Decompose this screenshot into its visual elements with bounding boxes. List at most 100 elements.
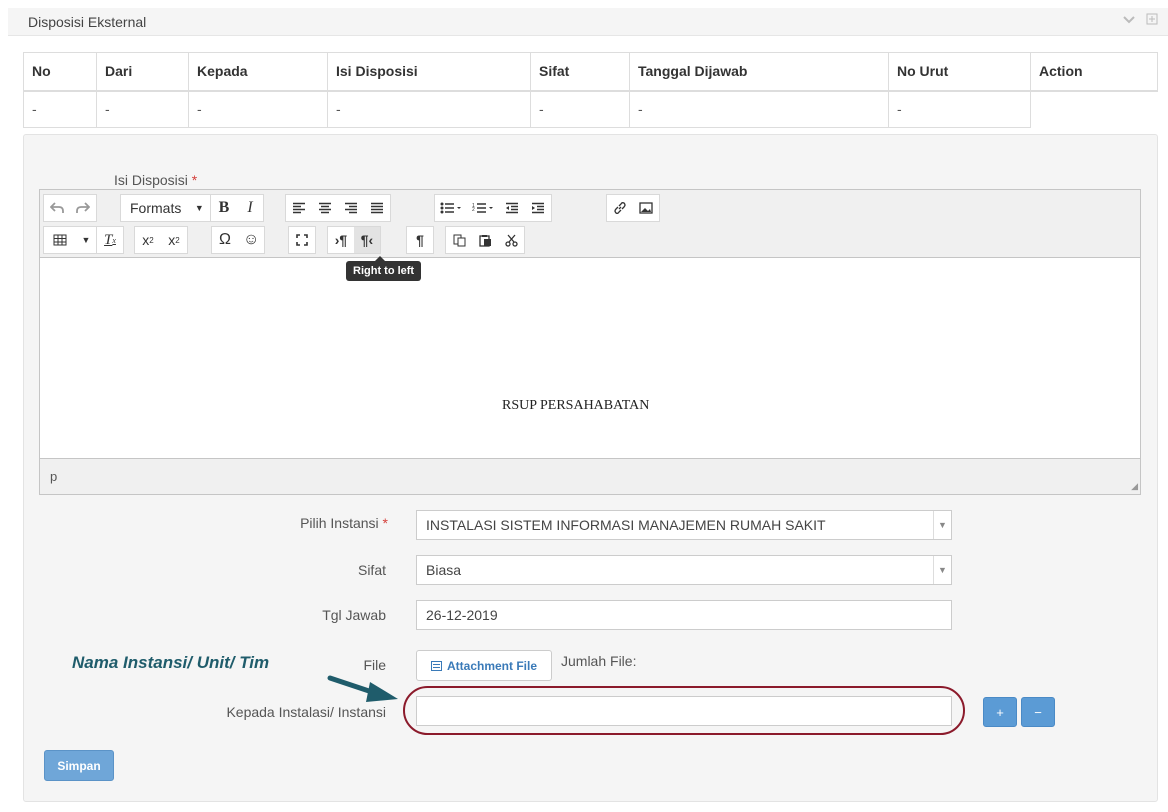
- panel-title: Disposisi Eksternal: [28, 14, 147, 30]
- resize-handle-icon[interactable]: ◢: [1131, 481, 1138, 492]
- table-icon: [47, 227, 73, 253]
- instansi-selected-value: INSTALASI SISTEM INFORMASI MANAJEMEN RUM…: [426, 517, 826, 533]
- disposisi-table: No Dari Kepada Isi Disposisi Sifat Tangg…: [23, 52, 1158, 128]
- col-no: No: [23, 52, 97, 92]
- collapse-icon[interactable]: [1122, 13, 1136, 30]
- cut-icon[interactable]: [498, 227, 524, 253]
- annotation-arrow-icon: [327, 675, 398, 702]
- sifat-selected-value: Biasa: [426, 562, 462, 578]
- col-dari: Dari: [96, 52, 189, 92]
- isi-disposisi-label-text: Isi Disposisi: [114, 172, 188, 188]
- kepada-label: Kepada Instalasi/ Instansi: [226, 704, 386, 720]
- col-action: Action: [1030, 52, 1158, 92]
- special-char-icon[interactable]: Ω: [212, 227, 238, 253]
- required-mark: *: [191, 172, 198, 188]
- table-dropdown[interactable]: ▼: [43, 226, 103, 254]
- col-no-urut: No Urut: [888, 52, 1031, 92]
- editor-content-text: RSUP PERSAHABATAN: [502, 398, 650, 413]
- col-isi-disposisi: Isi Disposisi: [327, 52, 531, 92]
- script-group: x2 x2: [134, 226, 188, 254]
- clipboard-group: [445, 226, 525, 254]
- align-center-icon[interactable]: [312, 195, 338, 221]
- image-icon[interactable]: [633, 195, 659, 221]
- indent-icon[interactable]: [525, 195, 551, 221]
- bullet-list-icon[interactable]: [435, 195, 467, 221]
- table-header-row: No Dari Kepada Isi Disposisi Sifat Tangg…: [23, 52, 1158, 92]
- tgl-jawab-input[interactable]: 26-12-2019: [416, 600, 952, 630]
- editor-statusbar: p ◢: [40, 458, 1140, 494]
- table-cell: -: [96, 90, 189, 128]
- expand-icon[interactable]: [1146, 13, 1158, 28]
- annotation-text: Nama Instansi/ Unit/ Tim: [72, 653, 270, 672]
- highlight-ellipse: [403, 686, 965, 735]
- chevron-down-icon: ▼: [194, 203, 204, 213]
- attachment-file-label: Attachment File: [446, 658, 537, 673]
- redo-icon[interactable]: [70, 195, 96, 221]
- sifat-select[interactable]: Biasa ▼: [416, 555, 952, 585]
- clear-format-group: Tx: [96, 226, 124, 254]
- rich-text-editor[interactable]: Formats ▼ B I 12 ▼ Tx x 2 x 2 Ω ☺ ›¶ ¶‹ …: [39, 189, 1141, 495]
- remove-button[interactable]: −: [1021, 697, 1055, 727]
- align-justify-icon[interactable]: [364, 195, 390, 221]
- sifat-label: Sifat: [357, 562, 386, 578]
- direction-group: ›¶ ¶‹: [327, 226, 381, 254]
- tgl-jawab-label: Tgl Jawab: [322, 607, 386, 623]
- fullscreen-icon[interactable]: [289, 227, 315, 253]
- attachment-file-button[interactable]: Attachment File: [416, 650, 552, 681]
- table-cell: -: [530, 90, 630, 128]
- copy-icon[interactable]: [446, 227, 472, 253]
- rtl-icon[interactable]: ¶‹: [354, 227, 380, 253]
- bold-icon[interactable]: B: [211, 195, 237, 221]
- emoticon-icon[interactable]: ☺: [238, 227, 264, 253]
- table-cell: -: [888, 90, 1031, 128]
- list-icon: [430, 660, 442, 671]
- table-cell: [1031, 91, 1158, 128]
- col-sifat: Sifat: [530, 52, 630, 92]
- save-button[interactable]: Simpan: [44, 750, 114, 781]
- italic-icon[interactable]: I: [237, 195, 263, 221]
- align-group: [285, 194, 391, 222]
- col-kepada: Kepada: [188, 52, 328, 92]
- text-style-group: B I: [210, 194, 264, 222]
- subscript-icon[interactable]: x2: [135, 227, 161, 253]
- table-cell: -: [629, 90, 889, 128]
- blocks-group: ¶: [406, 226, 434, 254]
- link-icon[interactable]: [607, 195, 633, 221]
- ltr-icon[interactable]: ›¶: [328, 227, 354, 253]
- formats-label: Formats: [130, 200, 182, 216]
- instansi-label-text: Pilih Instansi: [300, 515, 379, 531]
- rtl-tooltip: Right to left: [346, 256, 422, 281]
- show-blocks-icon[interactable]: ¶: [407, 227, 433, 253]
- table-row: - - - - - - -: [23, 90, 1158, 128]
- paste-icon[interactable]: [472, 227, 498, 253]
- history-group: [43, 194, 97, 222]
- char-group: Ω ☺: [211, 226, 266, 254]
- panel-header: Disposisi Eksternal: [8, 8, 1168, 36]
- list-group: 12: [434, 194, 552, 222]
- col-tanggal-dijawab: Tanggal Dijawab: [629, 52, 889, 92]
- outdent-icon[interactable]: [499, 195, 525, 221]
- file-label: File: [363, 657, 386, 673]
- numbered-list-icon[interactable]: 12: [467, 195, 499, 221]
- editor-content[interactable]: RSUP PERSAHABATAN: [40, 258, 1140, 458]
- caret-down-icon: ▼: [933, 511, 951, 539]
- required-mark: *: [382, 515, 388, 531]
- table-cell: -: [327, 90, 531, 128]
- element-path[interactable]: p: [50, 469, 57, 484]
- isi-disposisi-label: Isi Disposisi *: [100, 172, 210, 188]
- table-cell: -: [23, 90, 97, 128]
- editor-toolbar: Formats ▼ B I 12 ▼ Tx x 2 x 2 Ω ☺ ›¶ ¶‹ …: [40, 190, 1140, 258]
- fullscreen-group: [288, 226, 316, 254]
- instansi-select[interactable]: INSTALASI SISTEM INFORMASI MANAJEMEN RUM…: [416, 510, 952, 540]
- insert-group: [606, 194, 660, 222]
- add-button[interactable]: +: [983, 697, 1017, 727]
- jumlah-file-label: Jumlah File:: [561, 653, 637, 669]
- caret-down-icon: ▼: [933, 556, 951, 584]
- formats-dropdown[interactable]: Formats ▼: [120, 194, 218, 222]
- clear-format-icon[interactable]: Tx: [97, 227, 123, 253]
- align-left-icon[interactable]: [286, 195, 312, 221]
- align-right-icon[interactable]: [338, 195, 364, 221]
- undo-icon[interactable]: [44, 195, 70, 221]
- superscript-icon[interactable]: x2: [161, 227, 187, 253]
- svg-text:2: 2: [472, 207, 475, 213]
